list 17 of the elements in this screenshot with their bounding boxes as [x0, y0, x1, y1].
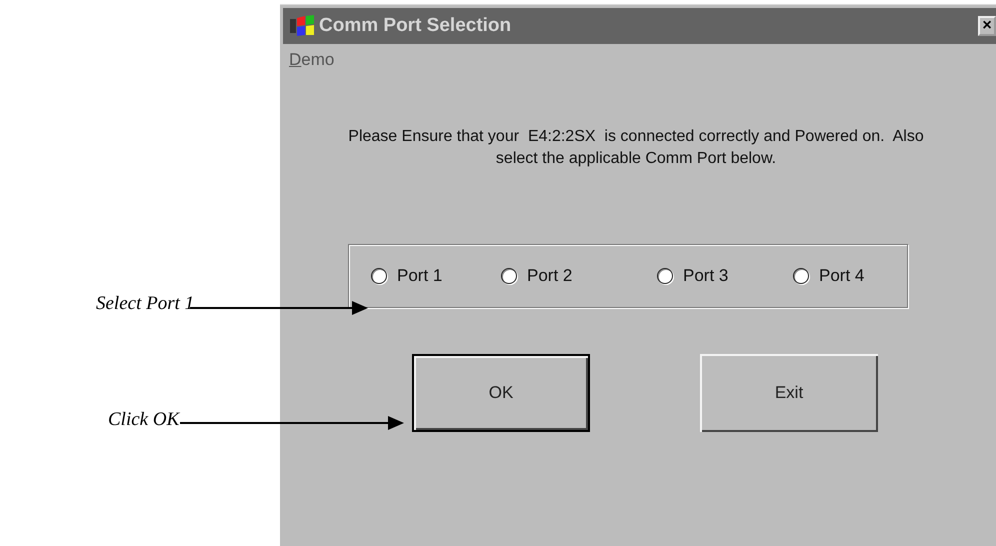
instruction-text: Please Ensure that your E4:2:2SX is connected correctly and Powered on. Also select the applicable Comm Port below. [347, 127, 925, 169]
port-radio[interactable]: Port 3 [657, 266, 793, 286]
close-button[interactable]: × [978, 16, 996, 36]
window-title: Comm Port Selection [319, 15, 512, 37]
windows-logo-icon [289, 14, 315, 38]
dialog-button[interactable]: Exit [700, 354, 878, 432]
radio-icon[interactable] [501, 268, 517, 284]
annotation-text: Click OK [108, 409, 180, 431]
port-radio[interactable]: Port 2 [501, 266, 657, 286]
port-radio[interactable]: Port 1 [371, 266, 501, 286]
radio-icon[interactable] [793, 268, 809, 284]
port-radio[interactable]: Port 4 [793, 266, 903, 286]
menu-item[interactable]: Demo [289, 50, 334, 70]
dialog-button[interactable]: OK [412, 354, 590, 432]
radio-icon[interactable] [657, 268, 673, 284]
annotation-text: Select Port 1 [96, 293, 194, 315]
radio-icon[interactable] [371, 268, 387, 284]
